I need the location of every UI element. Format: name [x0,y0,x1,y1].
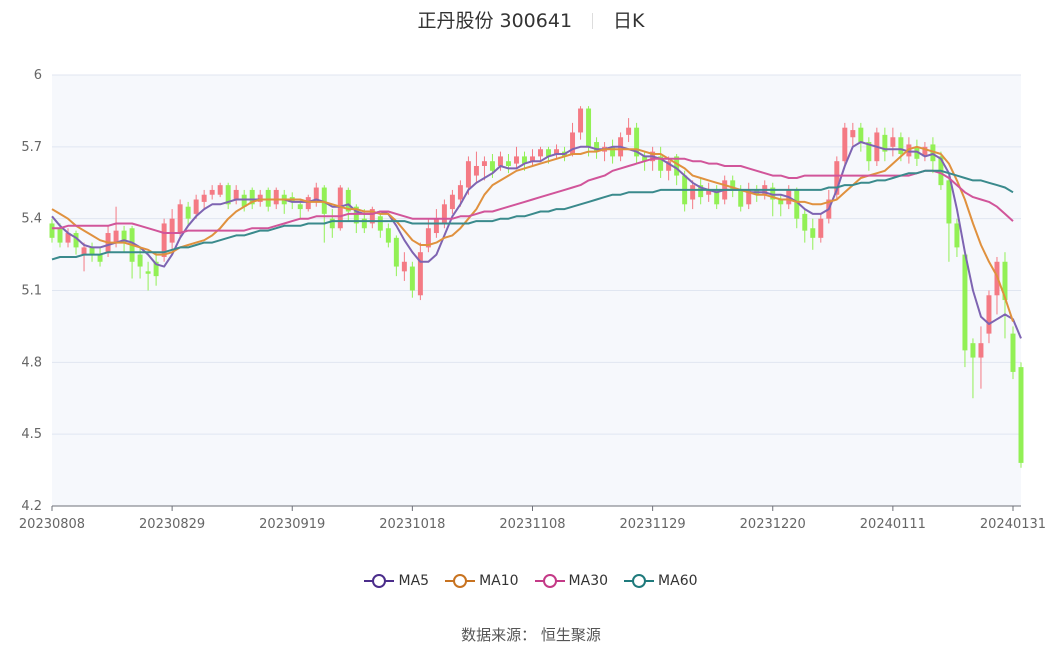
legend-marker-icon [624,574,655,588]
candle-body [481,161,487,166]
candle-body [265,189,271,207]
y-tick-label: 4.2 [21,499,42,514]
candle-body [690,185,696,200]
candle-body [986,295,992,334]
candle-body [441,204,447,224]
candle-body [433,218,439,234]
candle-body [538,149,543,157]
candle-body [401,261,407,272]
x-tick-label: 20230829 [139,517,205,532]
candle-body [137,254,143,267]
candle-body [858,127,864,143]
candle-body [57,228,63,243]
candle-body [842,127,848,162]
candle-body [193,199,199,214]
candle-body [850,130,856,138]
candle-body [457,185,463,200]
legend-item-ma60[interactable]: MA60 [624,573,698,589]
candle-body [1018,367,1024,463]
candle-body [385,228,391,243]
candle-body [169,218,175,243]
candle-body [1010,333,1016,372]
candle-body [209,189,215,195]
legend-label: MA5 [398,573,430,589]
legend-item-ma30[interactable]: MA30 [534,573,609,589]
candlestick-chart: 4.2 4.5 4.8 5.1 5.4 5.7 6 20230808 20230829 20230… [19,68,1046,532]
legend-marker-icon [534,574,565,588]
candle-body [970,343,976,358]
candle-body [465,161,471,188]
y-tick-label: 4.8 [21,355,42,370]
candle-body [962,254,968,351]
candle-body [177,204,183,234]
y-tick-label: 6 [34,68,42,83]
candle-body [810,228,816,238]
candle-body [578,108,584,133]
x-tick-label: 20231129 [620,517,686,532]
candle-body [489,161,495,171]
candle-body [377,216,383,231]
candle-body [297,204,303,210]
x-tick-label: 20231220 [740,517,806,532]
candle-body [738,189,744,207]
candle-body [201,194,207,202]
candle-body [393,237,399,267]
candle-body [89,247,95,255]
candle-body [49,223,55,238]
legend-item-ma10[interactable]: MA10 [445,573,519,589]
candle-body [505,161,511,166]
legend-label: MA60 [658,573,698,589]
x-tick-label: 20240111 [860,517,926,532]
candle-body [113,230,119,243]
candle-body [513,156,519,164]
candle-body [978,343,984,358]
legend-item-ma5[interactable]: MA5 [364,573,429,589]
candle-body [586,108,592,147]
y-tick-label: 4.5 [21,427,42,442]
candle-body [305,197,311,210]
candle-body [946,180,952,224]
candle-body [217,185,223,195]
candle-body [409,266,415,291]
candle-body [449,194,455,210]
legend-label: MA30 [568,573,609,589]
candle-body [97,254,103,262]
x-tick-label: 20231018 [379,517,445,532]
x-tick-label: 20230919 [259,517,325,532]
legend-marker-icon [364,574,395,588]
candle-body [626,127,632,135]
legend: MA5 MA10 MA30 MA60 [0,573,1062,589]
source-label: 数据来源： [461,626,537,644]
candle-body [954,223,960,248]
candle-body [473,165,479,176]
candle-body [802,213,808,231]
candle-body [81,247,87,255]
candle-body [818,218,824,238]
source-name: 恒生聚源 [540,626,601,644]
candle-body [890,137,896,147]
candle-body [185,206,191,219]
y-tick-label: 5.4 [21,212,42,227]
y-tick-label: 5.7 [21,140,42,155]
data-source: 数据来源： 恒生聚源 [0,624,1062,645]
y-tick-label: 5.1 [21,284,42,299]
legend-label: MA10 [479,573,519,589]
candle-body [898,137,904,155]
x-tick-label: 20240131 [980,517,1046,532]
x-tick-label: 20231108 [499,517,565,532]
candle-body [273,189,279,205]
candle-body [233,189,239,200]
legend-marker-icon [445,574,476,588]
x-tick-label: 20230808 [19,517,85,532]
candle-body [497,156,503,166]
candle-body [145,271,151,274]
